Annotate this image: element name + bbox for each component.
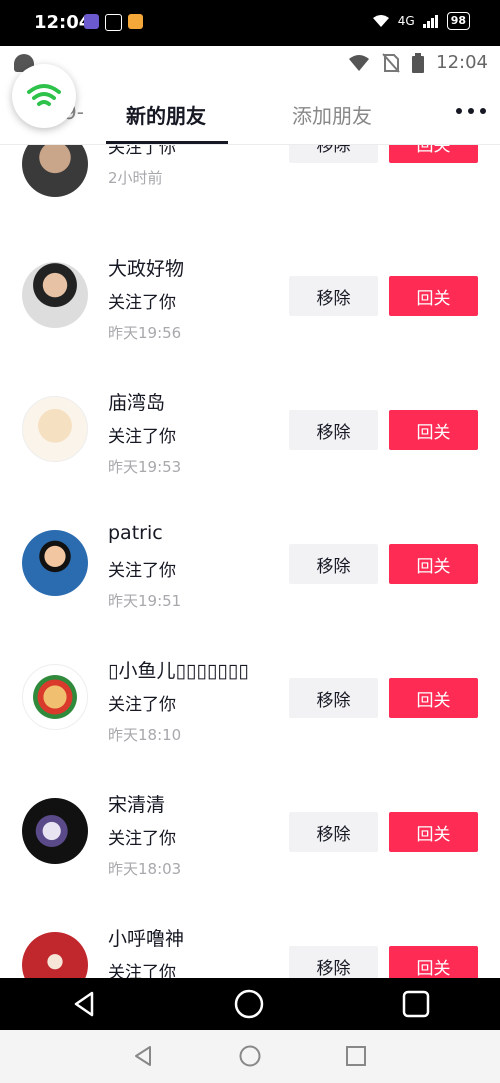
list-item[interactable]: 小呼噜神 关注了你 移除 回关 [0,915,500,978]
remove-button[interactable]: 移除 [289,544,378,584]
wifi-signal-icon [349,54,370,71]
secondary-status-icons: 12:04 [348,52,488,73]
follow-back-button[interactable]: 回关 [389,946,478,978]
follow-back-button[interactable]: 回关 [389,812,478,852]
battery-level: 98 [446,12,470,30]
remove-button[interactable]: 移除 [289,145,378,163]
follow-status: 关注了你 [108,829,176,849]
translate-icon [105,14,122,31]
remove-button[interactable]: 移除 [289,812,378,852]
list-item[interactable]: 庙湾岛 关注了你 昨天19:53 移除 回关 [0,379,500,513]
notification-icons [84,14,143,31]
follow-time: 昨天19:51 [108,592,182,610]
recents-icon[interactable] [402,990,430,1018]
follow-back-button[interactable]: 回关 [389,544,478,584]
follow-time: 昨天18:10 [108,726,182,744]
follow-back-button[interactable]: 回关 [389,276,478,316]
status-time: 12:04 [34,12,92,33]
remove-button[interactable]: 移除 [289,276,378,316]
battery-icon [412,52,425,73]
follow-back-button[interactable]: 回关 [389,145,478,163]
avatar[interactable] [22,262,88,328]
secondary-time: 12:04 [436,52,488,73]
follow-back-button[interactable]: 回关 [389,678,478,718]
active-tab-indicator [106,141,228,144]
remove-button[interactable]: 移除 [289,410,378,450]
follow-time: 昨天19:56 [108,324,182,342]
list-item[interactable]: 关注了你 2小时前 移除 回关 [0,145,500,257]
shop-notification-icon [128,14,143,29]
avatar[interactable] [22,664,88,730]
no-sim-icon [382,52,400,73]
follow-status: 关注了你 [108,963,176,978]
more-dot-icon [456,108,462,114]
follow-status: 关注了你 [108,145,176,158]
home-icon[interactable] [239,1045,261,1067]
follow-time: 昨天19:53 [108,458,182,476]
tab-new-friends[interactable]: 新的朋友 [126,100,206,129]
user-name[interactable]: 庙湾岛 [108,388,165,415]
navigation-bar [0,978,500,1030]
avatar[interactable] [22,932,88,978]
wifi-icon [27,84,61,106]
more-dot-icon [480,108,486,114]
remove-button[interactable]: 移除 [289,946,378,978]
avatar[interactable] [22,396,88,462]
app-notification-icon [84,14,99,29]
follow-status: 关注了你 [108,293,176,313]
list-item[interactable]: patric 关注了你 昨天19:51 移除 回关 [0,513,500,647]
status-bar: 12:04 4G 98 [0,0,500,46]
user-name[interactable]: patric [108,522,163,544]
follower-list[interactable]: 关注了你 2小时前 移除 回关 大政好物 关注了你 昨天19:56 移除 回关 … [0,145,500,978]
avatar[interactable] [22,530,88,596]
list-item[interactable]: 宋清清 关注了你 昨天18:03 移除 回关 [0,781,500,915]
avatar[interactable] [22,145,88,197]
avatar[interactable] [22,798,88,864]
status-right-icons: 4G 98 [372,12,470,30]
user-name[interactable]: 小呼噜神 [108,924,184,951]
back-icon[interactable] [132,1045,154,1067]
recents-icon[interactable] [345,1045,367,1067]
follow-time: 2小时前 [108,169,163,187]
follow-time: 昨天18:03 [108,860,182,878]
user-name[interactable]: 宋清清 [108,790,165,817]
tab-add-friends[interactable]: 添加朋友 [292,100,372,129]
more-dot-icon [468,108,474,114]
secondary-status-bar: 12:04 [0,46,500,82]
signal-icon [422,15,438,28]
follow-status: 关注了你 [108,695,176,715]
list-item[interactable]: ▯小鱼儿▯▯▯▯▯▯▯ 关注了你 昨天18:10 移除 回关 [0,647,500,781]
wifi-status-icon [372,15,389,27]
user-name[interactable]: ▯小鱼儿▯▯▯▯▯▯▯ [108,656,249,683]
follow-status: 关注了你 [108,561,176,581]
floating-wifi-button[interactable] [12,64,76,128]
follow-status: 关注了你 [108,427,176,447]
list-item[interactable]: 大政好物 关注了你 昨天19:56 移除 回关 [0,245,500,379]
remove-button[interactable]: 移除 [289,678,378,718]
network-type: 4G [397,14,415,28]
secondary-navigation-bar [0,1030,500,1083]
back-icon[interactable] [70,990,98,1018]
user-name[interactable]: 大政好物 [108,254,184,281]
home-icon[interactable] [234,989,264,1019]
more-options-button[interactable] [456,108,486,114]
follow-back-button[interactable]: 回关 [389,410,478,450]
